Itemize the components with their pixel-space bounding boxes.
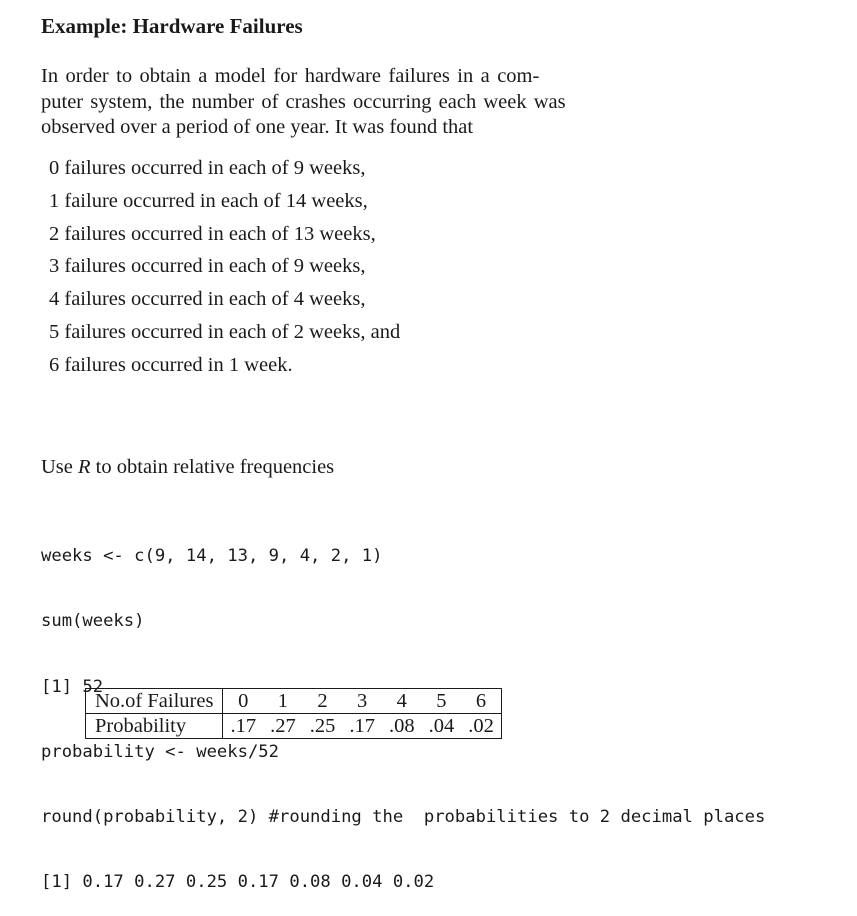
code-output-line: [1] 0.17 0.27 0.25 0.17 0.08 0.04 0.02 xyxy=(41,872,435,893)
use-r-sentence: Use R to obtain relative frequencies xyxy=(41,454,334,480)
list-item: 0 failures occurred in each of 9 weeks, xyxy=(49,157,366,179)
code-line: probability <- weeks/52 xyxy=(41,741,279,762)
probability-cell: .25 xyxy=(309,715,336,737)
failures-row: No.of Failures 0 1 2 3 4 5 6 xyxy=(85,688,502,714)
code-line: sum(weeks) xyxy=(41,611,145,632)
failures-cell: 5 xyxy=(421,688,462,714)
failures-cell: 4 xyxy=(381,688,422,714)
list-item: 3 failures occurred in each of 9 weeks, xyxy=(49,255,366,278)
failures-row-header: No.of Failures xyxy=(85,688,224,714)
failure-list: 0 failures occurred in each of 9 weeks, … xyxy=(49,153,400,383)
probability-cell: .27 xyxy=(270,715,296,737)
probability-row: Probability .17 .27 .25 .17 .08 .04 .02 xyxy=(85,713,502,739)
failures-cell: 1 xyxy=(263,688,303,714)
failures-cell: 2 xyxy=(302,688,343,714)
probability-cell: .17 xyxy=(230,715,257,737)
probability-row-header: Probability xyxy=(85,713,224,739)
list-item: 1 failure occurred in each of 14 weeks, xyxy=(49,189,368,212)
use-r-after: to obtain relative frequencies xyxy=(90,456,335,478)
intro-line: observed over a period of one year. It w… xyxy=(41,116,474,138)
code-line: weeks <- c(9, 14, 13, 9, 4, 2, 1) xyxy=(41,546,383,566)
list-item: 4 failures occurred in each of 4 weeks, xyxy=(49,288,366,311)
probability-cell: .04 xyxy=(428,715,455,737)
probability-cell: .17 xyxy=(349,715,375,737)
list-item: 5 failures occurred in each of 2 weeks, … xyxy=(49,320,401,343)
list-item: 6 failures occurred in 1 week. xyxy=(49,353,293,376)
intro-line: In order to obtain a model for hardware … xyxy=(41,65,540,87)
r-language-name: R xyxy=(78,456,91,478)
list-item: 2 failures occurred in each of 13 weeks, xyxy=(49,222,376,245)
page-title: Example: Hardware Failures xyxy=(41,14,303,38)
probability-cell: .08 xyxy=(388,715,415,737)
failures-cell: 3 xyxy=(342,688,382,714)
code-line: round(probability, 2) #rounding the prob… xyxy=(41,807,766,828)
failures-cell: 0 xyxy=(222,688,264,714)
intro-paragraph: In order to obtain a model for hardware … xyxy=(41,64,641,141)
failures-cell: 6 xyxy=(461,688,502,714)
probability-cell: .02 xyxy=(468,715,494,737)
intro-line: puter system, the number of crashes occu… xyxy=(41,90,566,113)
probability-table: No.of Failures 0 1 2 3 4 5 6 Probability… xyxy=(85,688,502,739)
use-r-before: Use xyxy=(41,456,79,478)
